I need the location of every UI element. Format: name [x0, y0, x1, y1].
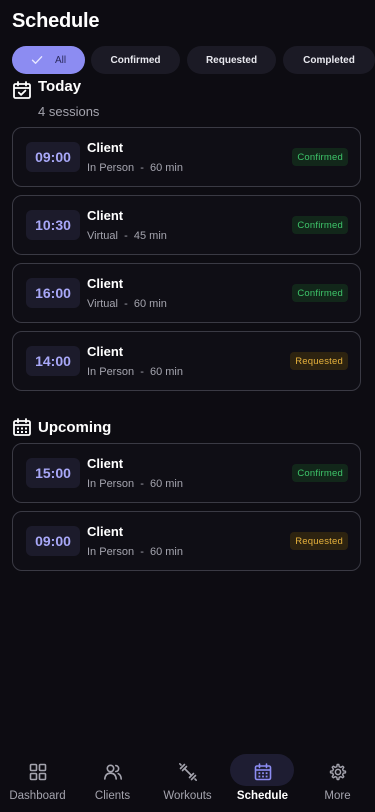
- session-meta: In Person - 60 min: [87, 162, 183, 174]
- session-card[interactable]: 15:00 Client In Person - 60 min Confirme…: [12, 443, 361, 503]
- session-time: 09:00: [26, 142, 80, 172]
- section-header-upcoming: Upcoming: [12, 417, 111, 437]
- session-count: 4 sessions: [38, 104, 100, 119]
- client-name: Client: [87, 140, 124, 155]
- status-badge: Confirmed: [292, 284, 348, 302]
- check-icon: [31, 56, 43, 64]
- filter-chips: All Confirmed Requested Completed: [12, 46, 375, 74]
- filter-chip-label: Confirmed: [110, 54, 161, 66]
- tab-workouts[interactable]: Workouts: [150, 748, 225, 812]
- tab-more[interactable]: More: [300, 748, 375, 812]
- status-badge: Confirmed: [292, 216, 348, 234]
- client-name: Client: [87, 524, 124, 539]
- page-title: Schedule: [12, 10, 100, 32]
- dashboard-icon: [29, 763, 46, 781]
- filter-chip-completed[interactable]: Completed: [283, 46, 375, 74]
- tab-label: Clients: [94, 790, 131, 802]
- tab-label: Workouts: [163, 790, 212, 802]
- status-badge: Requested: [290, 352, 348, 370]
- session-card[interactable]: 16:00 Client Virtual - 60 min Confirmed: [12, 263, 361, 323]
- session-meta: In Person - 60 min: [87, 478, 183, 490]
- calendar-icon: [254, 763, 271, 781]
- tab-clients[interactable]: Clients: [75, 748, 150, 812]
- tab-dashboard[interactable]: Dashboard: [0, 748, 75, 812]
- section-title: Upcoming: [38, 418, 112, 436]
- section-title: Today: [38, 77, 82, 95]
- filter-chip-label: Requested: [205, 54, 258, 66]
- session-meta: In Person - 60 min: [87, 366, 183, 378]
- bottom-nav: Dashboard Clients Workouts Schedule More: [0, 748, 375, 812]
- tab-schedule[interactable]: Schedule: [225, 748, 300, 812]
- tab-label: More: [324, 790, 351, 802]
- session-card[interactable]: 09:00 Client In Person - 60 min Confirme…: [12, 127, 361, 187]
- filter-chip-all[interactable]: All: [12, 46, 85, 74]
- session-time: 16:00: [26, 278, 80, 308]
- tab-label: Dashboard: [9, 790, 66, 802]
- filter-chip-label: Completed: [303, 54, 355, 66]
- calendar-check-icon: [13, 81, 31, 99]
- tab-label: Schedule: [236, 790, 289, 802]
- client-name: Client: [87, 208, 124, 223]
- filter-chip-requested[interactable]: Requested: [187, 46, 276, 74]
- session-card[interactable]: 10:30 Client Virtual - 45 min Confirmed: [12, 195, 361, 255]
- status-badge: Requested: [290, 532, 348, 550]
- session-time: 09:00: [26, 526, 80, 556]
- status-badge: Confirmed: [292, 148, 348, 166]
- client-name: Client: [87, 456, 124, 471]
- client-name: Client: [87, 344, 124, 359]
- session-meta: Virtual - 45 min: [87, 230, 167, 242]
- calendar-grid-icon: [13, 418, 31, 436]
- section-header-today: Today: [12, 77, 82, 100]
- session-time: 15:00: [26, 458, 80, 488]
- session-time: 10:30: [26, 210, 80, 240]
- session-meta: In Person - 60 min: [87, 546, 183, 558]
- dumbbell-icon: [178, 762, 197, 782]
- users-icon: [103, 764, 122, 780]
- session-card[interactable]: 14:00 Client In Person - 60 min Requeste…: [12, 331, 361, 391]
- gear-icon: [329, 763, 346, 781]
- session-card[interactable]: 09:00 Client In Person - 60 min Requeste…: [12, 511, 361, 571]
- filter-chip-label: All: [54, 54, 67, 66]
- session-time: 14:00: [26, 346, 80, 376]
- status-badge: Confirmed: [292, 464, 348, 482]
- filter-chip-confirmed[interactable]: Confirmed: [91, 46, 180, 74]
- session-meta: Virtual - 60 min: [87, 298, 167, 310]
- client-name: Client: [87, 276, 124, 291]
